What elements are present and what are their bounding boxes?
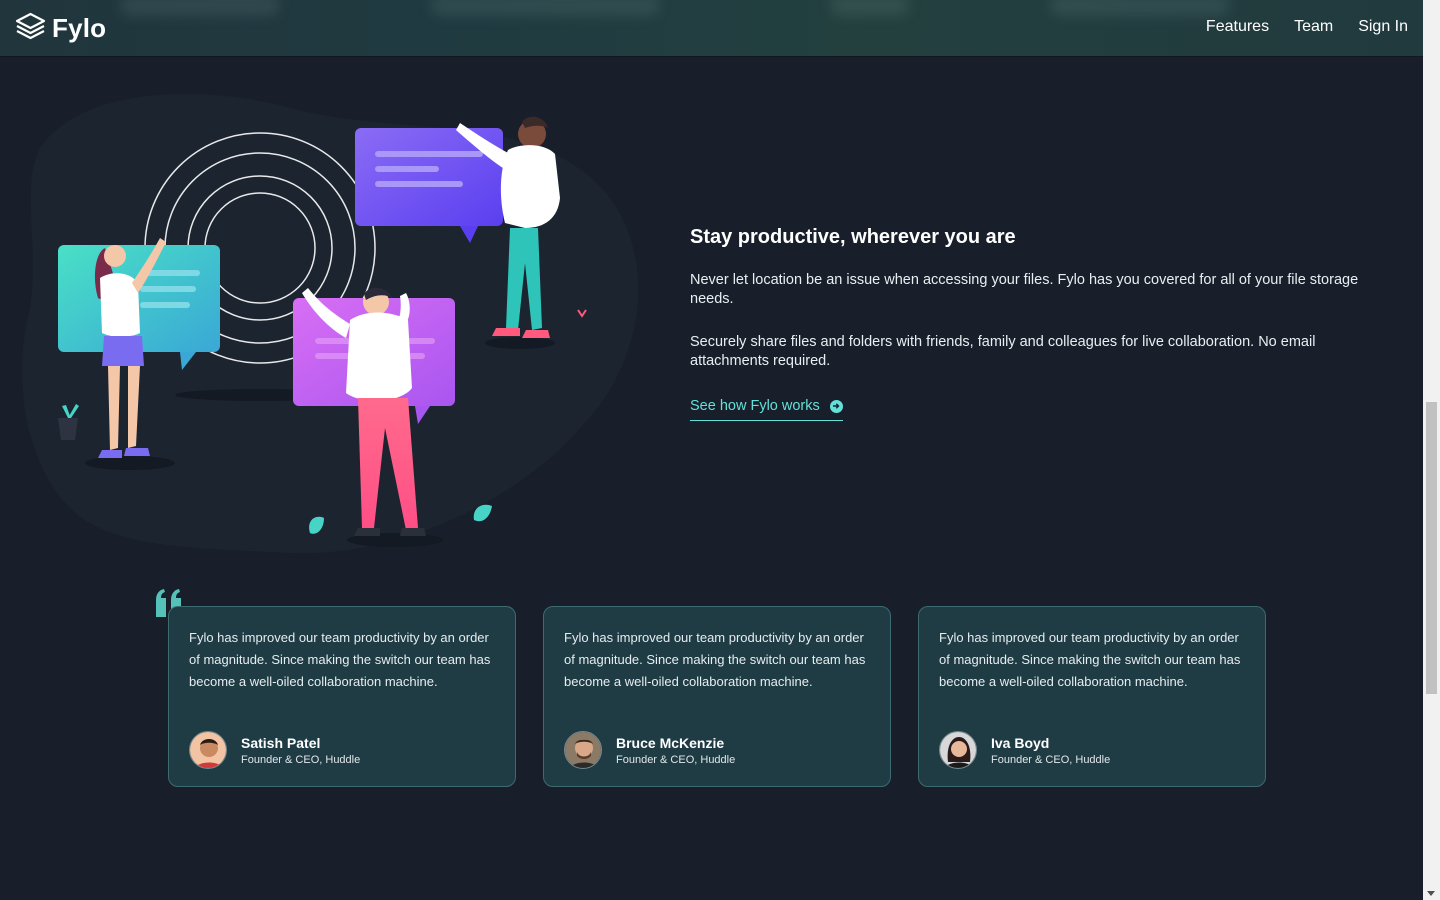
logo[interactable]: Fylo: [15, 12, 106, 44]
see-how-fylo-works-link[interactable]: See how Fylo works: [690, 398, 843, 421]
scrollbar-thumb[interactable]: [1426, 402, 1437, 694]
testimonial-role: Founder & CEO, Huddle: [241, 753, 361, 766]
productive-illustration: [20, 88, 660, 558]
avatar: [564, 731, 602, 769]
testimonial-quote: Fylo has improved our team productivity …: [939, 630, 1241, 689]
page-scrollbar[interactable]: [1423, 0, 1440, 900]
testimonial-quote: Fylo has improved our team productivity …: [189, 630, 491, 689]
header-blur-decoration: [120, 0, 280, 16]
nav-features-link[interactable]: Features: [1206, 18, 1269, 36]
header-blur-decoration: [830, 0, 910, 16]
avatar: [939, 731, 977, 769]
see-how-link-label: See how Fylo works: [690, 398, 820, 414]
header-blur-decoration: [430, 0, 660, 16]
testimonial-name: Bruce McKenzie: [616, 734, 725, 751]
testimonial-person: Iva Boyd Founder & CEO, Huddle: [939, 731, 1110, 769]
arrow-right-circle-icon: [829, 399, 843, 413]
site-header: Fylo Features Team Sign In: [0, 0, 1423, 56]
layers-icon: [15, 12, 46, 44]
testimonial-name: Satish Patel: [241, 734, 321, 751]
nav-sign-in-link[interactable]: Sign In: [1358, 18, 1408, 36]
testimonial-quote: Fylo has improved our team productivity …: [564, 630, 866, 689]
header-blur-decoration: [1050, 0, 1230, 16]
avatar: [189, 731, 227, 769]
main-nav: Features Team Sign In: [1206, 18, 1408, 36]
logo-text: Fylo: [52, 12, 107, 43]
testimonial-card: Fylo has improved our team productivity …: [168, 606, 516, 787]
testimonial-card: Fylo has improved our team productivity …: [918, 606, 1266, 787]
productive-section: Stay productive, wherever you are Never …: [690, 226, 1370, 421]
testimonial-person: Bruce McKenzie Founder & CEO, Huddle: [564, 731, 735, 769]
productive-paragraph-1: Never let location be an issue when acce…: [690, 272, 1359, 307]
nav-team-link[interactable]: Team: [1294, 18, 1333, 36]
testimonial-name: Iva Boyd: [991, 734, 1050, 751]
productive-title: Stay productive, wherever you are: [690, 226, 1016, 248]
testimonial-card: Fylo has improved our team productivity …: [543, 606, 891, 787]
productive-paragraph-2: Securely share files and folders with fr…: [690, 334, 1316, 369]
testimonial-role: Founder & CEO, Huddle: [991, 753, 1111, 766]
scroll-down-arrow-icon[interactable]: [1427, 891, 1435, 896]
testimonial-person: Satish Patel Founder & CEO, Huddle: [189, 731, 360, 769]
testimonial-role: Founder & CEO, Huddle: [616, 753, 736, 766]
